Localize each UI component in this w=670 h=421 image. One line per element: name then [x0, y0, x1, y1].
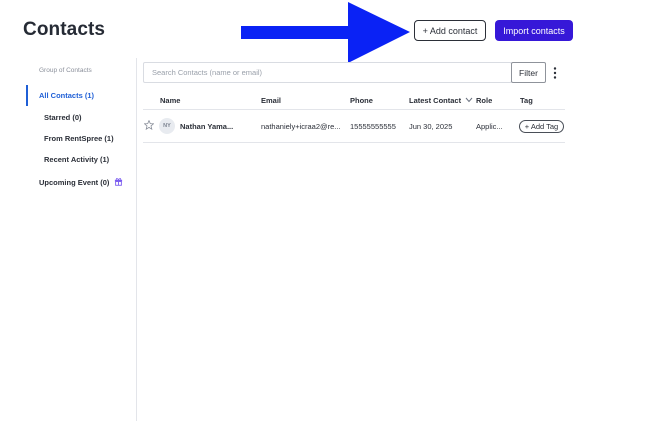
group-label: Group of Contacts	[39, 67, 92, 74]
table-header-divider	[143, 109, 565, 110]
column-header-latest-contact[interactable]: Latest Contact	[409, 96, 473, 105]
sidebar-item-recent-activity[interactable]: Recent Activity (1)	[44, 155, 109, 164]
column-header-phone[interactable]: Phone	[350, 96, 373, 105]
star-icon[interactable]	[144, 120, 154, 130]
sidebar-item-label: Upcoming Event (0)	[39, 178, 110, 187]
sidebar-item-starred[interactable]: Starred (0)	[44, 113, 82, 122]
filter-button[interactable]: Filter	[511, 62, 546, 83]
contact-name[interactable]: Nathan Yama...	[180, 122, 233, 131]
chevron-down-icon	[465, 97, 473, 103]
more-options-icon[interactable]	[550, 66, 560, 80]
column-header-email[interactable]: Email	[261, 96, 281, 105]
column-header-role[interactable]: Role	[476, 96, 492, 105]
add-contact-button[interactable]: + Add contact	[414, 20, 486, 41]
search-input[interactable]	[143, 62, 512, 83]
avatar: NY	[159, 118, 175, 134]
sidebar-item-upcoming-event[interactable]: Upcoming Event (0)	[39, 177, 123, 187]
active-indicator	[26, 85, 28, 106]
import-contacts-button[interactable]: Import contacts	[495, 20, 573, 41]
sidebar-item-all-contacts[interactable]: All Contacts (1)	[39, 91, 94, 100]
column-header-label: Latest Contact	[409, 96, 462, 105]
contact-phone: 15555555555	[350, 122, 396, 131]
page-title: Contacts	[23, 19, 106, 40]
column-header-tag[interactable]: Tag	[520, 96, 533, 105]
contact-role: Applic...	[476, 122, 503, 131]
column-header-name[interactable]: Name	[160, 96, 180, 105]
sidebar-item-from-rentspree[interactable]: From RentSpree (1)	[44, 134, 114, 143]
gift-icon	[114, 177, 122, 186]
sidebar-divider	[136, 58, 137, 421]
contact-email: nathaniely+icraa2@re...	[261, 122, 341, 131]
arrow-right-icon	[241, 2, 410, 63]
table-row-divider	[143, 142, 565, 143]
contact-latest-contact: Jun 30, 2025	[409, 122, 453, 131]
add-tag-button[interactable]: + Add Tag	[519, 120, 564, 133]
